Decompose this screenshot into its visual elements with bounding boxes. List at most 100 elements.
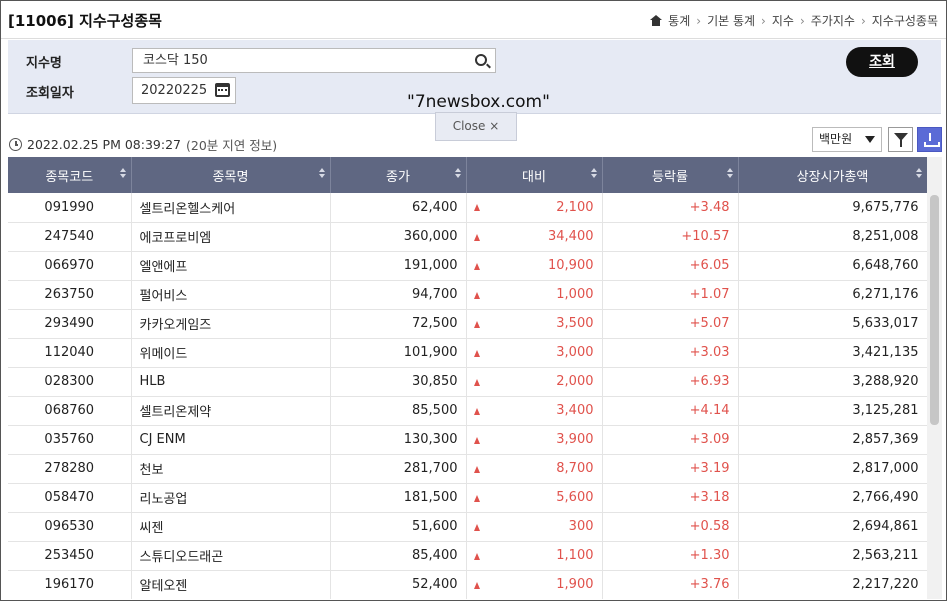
table-row[interactable]: 112040 위메이드 101,900 3,000 +3.03 3,421,135 [8, 338, 927, 368]
cell-change: 5,600 [466, 483, 603, 513]
cell-market-cap: 3,125,281 [738, 396, 927, 426]
table-row[interactable]: 058470 리노공업 181,500 5,600 +3.18 2,766,490 [8, 483, 927, 513]
date-value: 20220225 [141, 83, 208, 98]
cell-code: 278280 [8, 454, 132, 484]
cell-change: 2,100 [466, 193, 603, 223]
cell-market-cap: 9,675,776 [738, 193, 927, 223]
cell-close: 101,900 [330, 338, 467, 368]
cell-market-cap: 2,817,000 [738, 454, 927, 484]
cell-rate: +1.07 [602, 280, 739, 310]
close-button[interactable]: Close × [435, 112, 517, 141]
table-row[interactable]: 096530 씨젠 51,600 300 +0.58 2,694,861 [8, 512, 927, 542]
table-row[interactable]: 247540 에코프로비엠 360,000 34,400 +10.57 8,251,008 [8, 222, 927, 252]
column-header-close[interactable]: 종가 [330, 157, 467, 193]
up-arrow-icon [473, 233, 480, 241]
cell-close: 30,850 [330, 367, 467, 397]
date-input[interactable]: 20220225 [132, 77, 236, 104]
column-header-change[interactable]: 대비 [466, 157, 603, 193]
cell-market-cap: 3,421,135 [738, 338, 927, 368]
up-arrow-icon [473, 291, 480, 299]
breadcrumb-item[interactable]: 기본 통계 [707, 12, 755, 29]
cell-name: 셀트리온헬스케어 [131, 193, 331, 223]
table-row[interactable]: 253450 스튜디오드래곤 85,400 1,100 +1.30 2,563,211 [8, 541, 927, 571]
cell-name: 알테오젠 [131, 570, 331, 599]
cell-close: 281,700 [330, 454, 467, 484]
index-name-input[interactable]: 코스닥 150 [132, 48, 496, 73]
table-row[interactable]: 278280 천보 281,700 8,700 +3.19 2,817,000 [8, 454, 927, 484]
clock-icon [9, 138, 22, 151]
up-arrow-icon [473, 552, 480, 560]
cell-market-cap: 8,251,008 [738, 222, 927, 252]
cell-market-cap: 6,271,176 [738, 280, 927, 310]
index-name-value: 코스닥 150 [143, 53, 208, 68]
scrollbar-thumb[interactable] [930, 195, 939, 425]
search-icon[interactable] [475, 54, 487, 66]
cell-change: 3,400 [466, 396, 603, 426]
cell-code: 058470 [8, 483, 132, 513]
column-header-name[interactable]: 종목명 [131, 157, 331, 193]
breadcrumb-separator: › [761, 13, 766, 28]
unit-value: 백만원 [819, 132, 853, 146]
cell-rate: +3.03 [602, 338, 739, 368]
vertical-scrollbar[interactable] [927, 157, 942, 599]
cell-change: 1,000 [466, 280, 603, 310]
cell-close: 62,400 [330, 193, 467, 223]
cell-rate: +3.48 [602, 193, 739, 223]
index-label: 지수명 [26, 56, 62, 71]
cell-code: 091990 [8, 193, 132, 223]
cell-rate: +10.57 [602, 222, 739, 252]
breadcrumb-item[interactable]: 통계 [668, 12, 690, 29]
cell-code: 263750 [8, 280, 132, 310]
query-button[interactable]: 조회 [846, 47, 918, 77]
breadcrumb-separator: › [799, 13, 805, 28]
column-header-market-cap[interactable]: 상장시가총액 [738, 157, 927, 193]
cell-name: 리노공업 [131, 483, 331, 513]
up-arrow-icon [473, 378, 480, 386]
download-icon [924, 133, 940, 147]
breadcrumb-separator: › [696, 13, 702, 28]
cell-code: 112040 [8, 338, 132, 368]
up-arrow-icon [473, 320, 480, 328]
column-header-code[interactable]: 종목코드 [8, 157, 132, 193]
column-header-rate[interactable]: 등락률 [602, 157, 739, 193]
cell-market-cap: 2,694,861 [738, 512, 927, 542]
table-row[interactable]: 035760 CJ ENM 130,300 3,900 +3.09 2,857,369 [8, 425, 927, 455]
cell-rate: +0.58 [602, 512, 739, 542]
cell-market-cap: 5,633,017 [738, 309, 927, 339]
table-row[interactable]: 293490 카카오게임즈 72,500 3,500 +5.07 5,633,017 [8, 309, 927, 339]
table-body: 091990 셀트리온헬스케어 62,400 2,100 +3.48 9,675,776 2… [8, 193, 927, 599]
table-row[interactable]: 028300 HLB 30,850 2,000 +6.93 3,288,920 [8, 367, 927, 397]
calendar-icon[interactable] [215, 83, 230, 97]
up-arrow-icon [473, 494, 480, 502]
cell-name: 셀트리온제약 [131, 396, 331, 426]
cell-name: 카카오게임즈 [131, 309, 331, 339]
cell-code: 096530 [8, 512, 132, 542]
up-arrow-icon [473, 436, 480, 444]
cell-name: 씨젠 [131, 512, 331, 542]
delay-note: (20분 지연 정보) [185, 138, 278, 153]
cell-market-cap: 2,217,220 [738, 570, 927, 599]
up-arrow-icon [473, 349, 480, 357]
table-row[interactable]: 066970 엘앤에프 191,000 10,900 +6.05 6,648,760 [8, 251, 927, 281]
breadcrumb-item[interactable]: 지수구성종목 [872, 12, 938, 29]
cell-code: 028300 [8, 367, 132, 397]
table-row[interactable]: 263750 펄어비스 94,700 1,000 +1.07 6,271,176 [8, 280, 927, 310]
unit-select[interactable]: 백만원 [812, 127, 882, 152]
cell-code: 035760 [8, 425, 132, 455]
up-arrow-icon [473, 204, 480, 211]
cell-name: 엘앤에프 [131, 251, 331, 281]
cell-rate: +3.19 [602, 454, 739, 484]
breadcrumb-item[interactable]: 지수 [772, 12, 794, 29]
table-row[interactable]: 068760 셀트리온제약 85,500 3,400 +4.14 3,125,281 [8, 396, 927, 426]
cell-close: 94,700 [330, 280, 467, 310]
cell-change: 1,900 [466, 570, 603, 599]
cell-market-cap: 3,288,920 [738, 367, 927, 397]
table-row[interactable]: 196170 알테오젠 52,400 1,900 +3.76 2,217,220 [8, 570, 927, 599]
cell-name: CJ ENM [131, 425, 331, 455]
cell-market-cap: 2,766,490 [738, 483, 927, 513]
download-button[interactable] [917, 127, 942, 152]
table-row[interactable]: 091990 셀트리온헬스케어 62,400 2,100 +3.48 9,675,776 [8, 193, 927, 223]
breadcrumb-item[interactable]: 주가지수 [811, 12, 855, 29]
filter-button[interactable] [888, 127, 913, 152]
home-icon[interactable] [650, 15, 663, 26]
